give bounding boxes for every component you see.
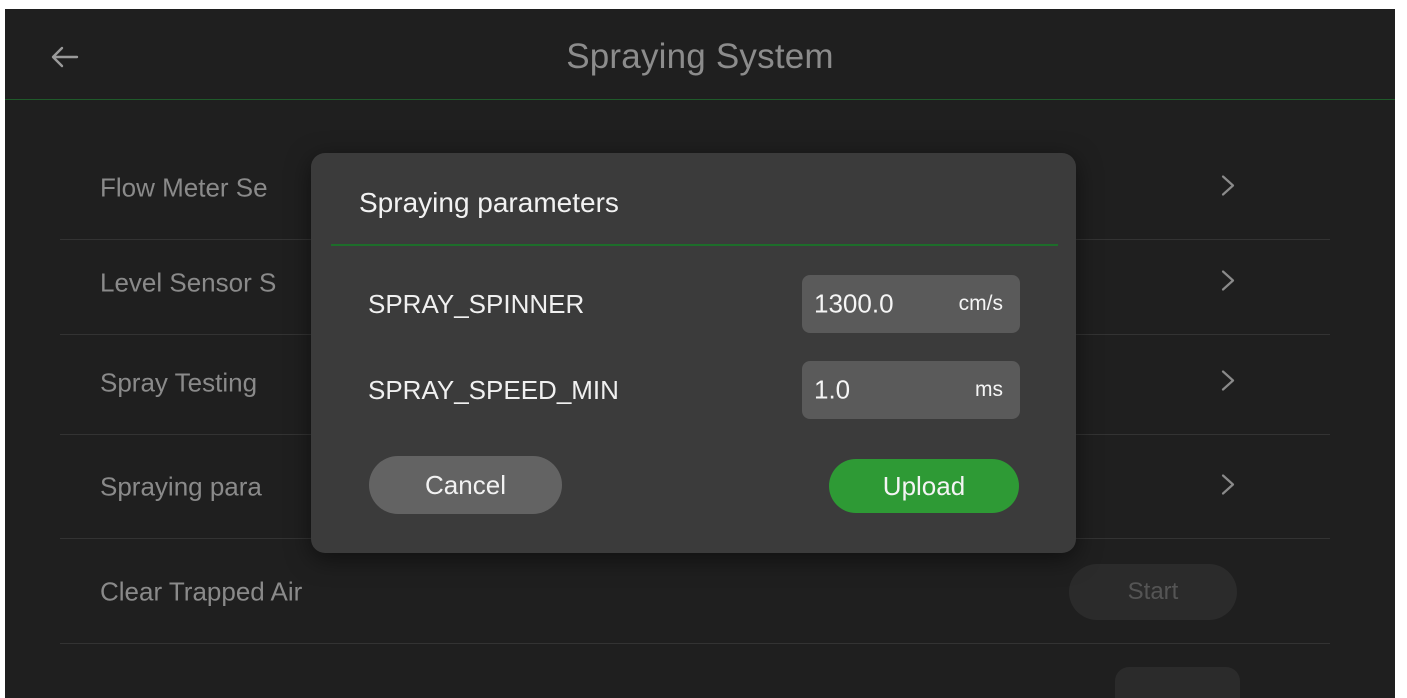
spray-speed-min-value: 1.0 xyxy=(814,374,851,405)
top-bar: Spraying System xyxy=(5,9,1395,100)
chevron-right-icon xyxy=(1221,267,1235,298)
menu-item-label: Flow Meter Se xyxy=(100,172,268,202)
start-button[interactable]: Start xyxy=(1069,563,1237,620)
menu-item-label: Spray Testing xyxy=(100,367,258,397)
chevron-right-icon xyxy=(1221,367,1235,398)
param-label-spray-speed-min: SPRAY_SPEED_MIN xyxy=(368,375,619,405)
spray-speed-min-input[interactable]: 1.0 ms xyxy=(802,361,1020,419)
spraying-parameters-dialog: Spraying parameters SPRAY_SPINNER 1300.0… xyxy=(311,153,1076,553)
dialog-title: Spraying parameters xyxy=(359,187,619,218)
cancel-button[interactable]: Cancel xyxy=(369,456,562,514)
menu-item-label: Clear Trapped Air xyxy=(100,576,303,606)
screen-edge xyxy=(1395,0,1407,698)
menu-item-clear-trapped-air: Clear Trapped Air Start xyxy=(60,540,1330,644)
param-label-spray-spinner: SPRAY_SPINNER xyxy=(368,289,585,319)
dialog-divider xyxy=(331,244,1058,246)
menu-item-label: Level Sensor S xyxy=(100,267,277,297)
page-title: Spraying System xyxy=(566,37,834,76)
upload-button[interactable]: Upload xyxy=(829,459,1019,513)
spray-spinner-value: 1300.0 xyxy=(814,288,894,319)
partial-button[interactable] xyxy=(1115,667,1240,698)
chevron-right-icon xyxy=(1221,172,1235,203)
spray-spinner-input[interactable]: 1300.0 cm/s xyxy=(802,275,1020,333)
chevron-right-icon xyxy=(1221,471,1235,502)
screen: Spraying System Flow Meter Se Level Sens… xyxy=(5,9,1395,698)
menu-item-label: Spraying para xyxy=(100,471,262,501)
spray-spinner-unit: cm/s xyxy=(958,292,1003,315)
spray-speed-min-unit: ms xyxy=(975,378,1003,401)
